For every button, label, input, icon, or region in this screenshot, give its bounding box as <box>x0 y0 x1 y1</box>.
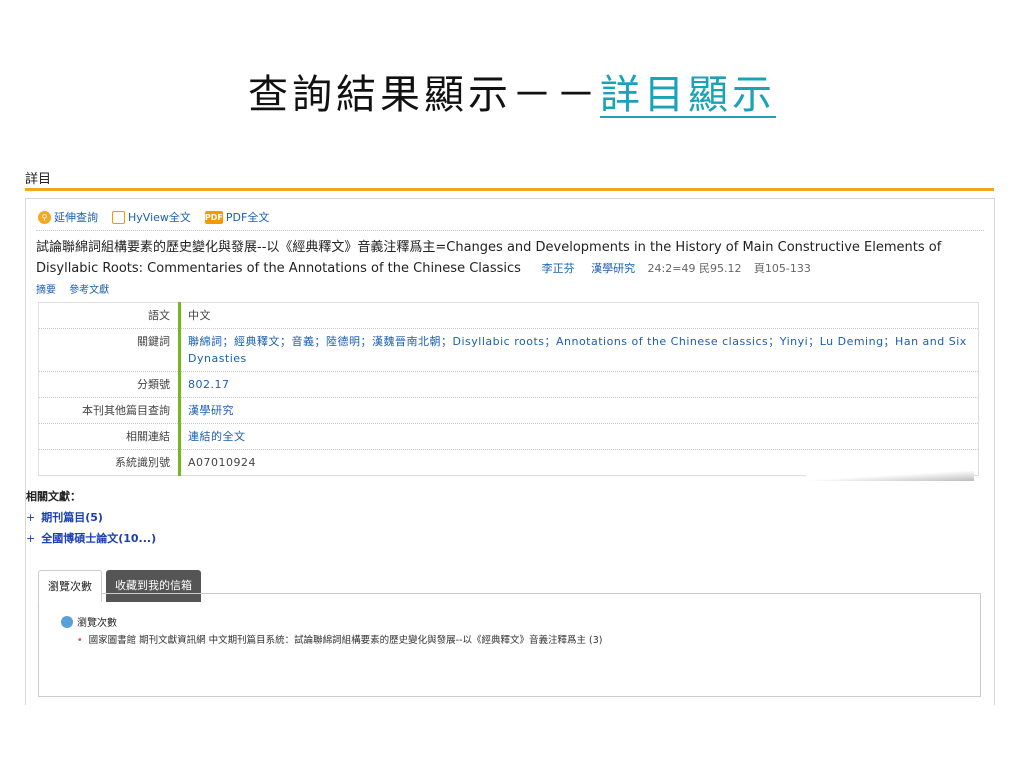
detail-table: 語文 中文 關鍵詞 聯綿詞；經典釋文；音義；陸德明；漢魏晉南北朝；Disylla… <box>38 302 979 476</box>
expand-icon[interactable]: + <box>26 532 35 545</box>
section-heading: 詳目 <box>25 168 994 191</box>
table-row: 相關連結 連結的全文 <box>38 423 979 450</box>
field-value: 中文 <box>178 302 979 329</box>
pdf-button[interactable]: PDF PDF全文 <box>204 209 270 225</box>
field-label: 相關連結 <box>38 423 180 450</box>
volume-info: 24:2=49 民95.12 <box>647 262 742 275</box>
field-value: 漢學研究 <box>178 397 979 424</box>
hyview-label: HyView全文 <box>128 211 191 224</box>
list-item: + 全國博碩士論文(10...) <box>26 528 156 549</box>
field-label: 分類號 <box>38 371 180 398</box>
related-docs: 相關文獻： + 期刊篇目(5) + 全國博碩士論文(10...) <box>26 486 156 549</box>
related-thesis-link[interactable]: 全國博碩士論文(10...) <box>41 532 156 545</box>
field-label: 本刊其他篇目查詢 <box>38 397 180 424</box>
list-item: + 期刊篇目(5) <box>26 507 156 528</box>
abstract-link[interactable]: 摘要 <box>36 285 56 296</box>
field-value: 802.17 <box>178 371 979 398</box>
bullet-icon: • <box>77 635 83 646</box>
journal-issues-link[interactable]: 漢學研究 <box>188 404 234 417</box>
table-row: 關鍵詞 聯綿詞；經典釋文；音義；陸德明；漢魏晉南北朝；Disyllabic ro… <box>38 328 979 372</box>
field-label: 關鍵詞 <box>38 328 180 372</box>
slide-title-main: 查詢結果顯示－－ <box>248 72 600 118</box>
expand-icon[interactable]: + <box>26 511 35 524</box>
slide-title-link[interactable]: 詳目顯示 <box>600 72 776 118</box>
tab-content: 瀏覽次數 • 國家圖書館 期刊文獻資訊網 中文期刊篇目系統：試論聯綿詞組構要素的歷… <box>38 593 981 697</box>
pdf-label: PDF全文 <box>225 211 270 224</box>
field-value: 聯綿詞；經典釋文；音義；陸德明；漢魏晉南北朝；Disyllabic roots；… <box>178 328 979 372</box>
field-label: 語文 <box>38 302 180 329</box>
related-heading: 相關文獻： <box>26 490 81 503</box>
toolbar: ⚲ 延伸查詢 HyView全文 PDF PDF全文 <box>38 209 269 225</box>
author-link[interactable]: 李正芬 <box>542 262 575 275</box>
field-label: 系統識別號 <box>38 449 180 476</box>
hyview-button[interactable]: HyView全文 <box>112 209 191 225</box>
search-icon: ⚲ <box>38 210 51 224</box>
references-link[interactable]: 參考文獻 <box>69 285 109 296</box>
views-heading-label: 瀏覽次數 <box>77 618 117 629</box>
table-row: 分類號 802.17 <box>38 371 979 398</box>
slide-title: 查詢結果顯示－－詳目顯示 <box>0 62 1024 120</box>
table-row: 語文 中文 <box>38 302 979 329</box>
extend-search-button[interactable]: ⚲ 延伸查詢 <box>38 209 98 225</box>
divider <box>36 230 984 231</box>
detail-panel: ⚲ 延伸查詢 HyView全文 PDF PDF全文 試論聯綿詞組構要素的歷史變化… <box>25 198 995 705</box>
list-item: • 國家圖書館 期刊文獻資訊網 中文期刊篇目系統：試論聯綿詞組構要素的歷史變化與發… <box>77 632 602 646</box>
classification-link[interactable]: 802.17 <box>188 378 230 391</box>
page-range: 頁105-133 <box>753 262 811 275</box>
article-title-block: 試論聯綿詞組構要素的歷史變化與發展--以《經典釋文》音義注釋爲主=Changes… <box>36 237 984 279</box>
keywords-link[interactable]: 聯綿詞；經典釋文；音義；陸德明；漢魏晉南北朝；Disyllabic roots；… <box>188 335 967 365</box>
article-links: 摘要 參考文獻 <box>36 281 119 296</box>
views-item-text: 國家圖書館 期刊文獻資訊網 中文期刊篇目系統：試論聯綿詞組構要素的歷史變化與發展… <box>88 635 603 646</box>
views-heading: 瀏覽次數 <box>61 614 117 629</box>
fulltext-link[interactable]: 連結的全文 <box>188 430 246 443</box>
user-icon <box>61 615 73 628</box>
extend-search-label: 延伸查詢 <box>54 211 98 224</box>
table-row: 本刊其他篇目查詢 漢學研究 <box>38 397 979 424</box>
document-icon <box>112 210 125 224</box>
table-shadow <box>806 471 974 481</box>
pdf-icon: PDF <box>204 210 223 224</box>
journal-link[interactable]: 漢學研究 <box>591 262 635 275</box>
field-value: 連結的全文 <box>178 423 979 450</box>
related-journal-link[interactable]: 期刊篇目(5) <box>41 511 103 524</box>
tab-views[interactable]: 瀏覽次數 <box>38 570 102 602</box>
